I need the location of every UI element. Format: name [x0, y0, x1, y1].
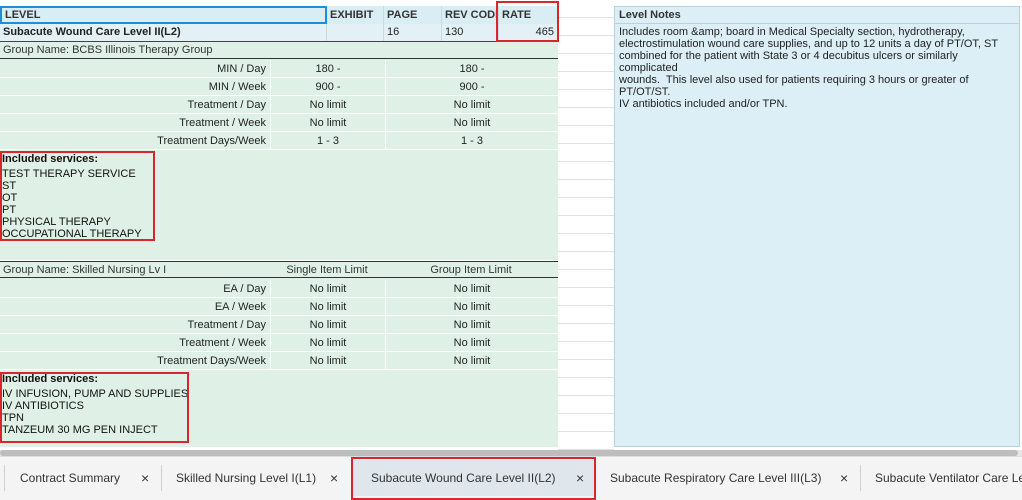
row-value-single: No limit: [270, 334, 385, 352]
header-exhibit[interactable]: EXHIBIT: [327, 6, 384, 24]
group-therapy-title: Group Name: BCBS Illinois Therapy Group: [0, 42, 558, 59]
rate-highlight-box: [496, 1, 559, 42]
header-level[interactable]: LEVEL: [0, 6, 327, 24]
row-value-group: 1 - 3: [385, 132, 558, 150]
group-nursing-name: Group Name: Skilled Nursing Lv I: [3, 264, 167, 276]
row-value-group: No limit: [385, 298, 558, 316]
col-single-item-limit: Single Item Limit: [286, 264, 368, 276]
level-notes-text[interactable]: Includes room &amp; board in Medical Spe…: [615, 24, 1019, 112]
row-value-group: 180 -: [385, 60, 558, 78]
row-value-group: No limit: [385, 316, 558, 334]
row-value-single: No limit: [270, 298, 385, 316]
level-page: 16: [384, 24, 442, 41]
tab-contract-summary[interactable]: Contract Summary ×: [6, 460, 160, 496]
header-rev-code[interactable]: REV CODE: [442, 6, 499, 24]
row-label: MIN / Week: [208, 81, 266, 93]
row-value-group: 900 -: [385, 78, 558, 96]
row-label: Treatment / Week: [179, 117, 266, 129]
table-row: Treatment / Week No limit No limit: [0, 114, 558, 132]
tab-label: Contract Summary: [20, 471, 121, 485]
group-nursing-title: Group Name: Skilled Nursing Lv I Single …: [0, 261, 558, 278]
tab-label: Subacute Respiratory Care Level III(L3): [610, 471, 822, 485]
row-label: EA / Week: [214, 301, 266, 313]
included-services-highlight-box: [0, 372, 189, 443]
row-label: Treatment Days/Week: [157, 355, 266, 367]
sheet-tabs-bar: Contract Summary × Skilled Nursing Level…: [0, 456, 1022, 500]
row-value-group: No limit: [385, 334, 558, 352]
tab-label: Skilled Nursing Level I(L1): [176, 471, 317, 485]
level-name: Subacute Wound Care Level II(L2): [0, 24, 327, 41]
active-tab-highlight-box: [351, 457, 596, 500]
col-group-item-limit: Group Item Limit: [430, 264, 512, 276]
row-value-single: No limit: [270, 280, 385, 298]
row-label: Treatment Days/Week: [157, 135, 266, 147]
table-row: Treatment / Week No limit No limit: [0, 334, 558, 352]
table-row: Treatment / Day No limit No limit: [0, 96, 558, 114]
row-value-single: 900 -: [270, 78, 385, 96]
tab-label: Subacute Ventilator Care Le: [875, 471, 1022, 485]
row-value-single: No limit: [270, 316, 385, 334]
level-notes-panel: Level Notes Includes room &amp; board in…: [614, 6, 1020, 447]
close-icon[interactable]: ×: [141, 460, 149, 496]
row-label: MIN / Day: [217, 63, 266, 75]
table-header: LEVEL EXHIBIT PAGE REV CODE RATE: [0, 6, 558, 25]
row-value-single: No limit: [270, 96, 385, 114]
table-row: Treatment / Day No limit No limit: [0, 316, 558, 334]
close-icon[interactable]: ×: [330, 460, 338, 496]
table-row: Treatment Days/Week 1 - 3 1 - 3: [0, 132, 558, 150]
level-row[interactable]: Subacute Wound Care Level II(L2) 16 130 …: [0, 24, 558, 42]
level-notes-header: Level Notes: [615, 7, 1019, 24]
table-row: MIN / Week 900 - 900 -: [0, 78, 558, 96]
row-label: Treatment / Day: [187, 319, 266, 331]
row-label: Treatment / Day: [187, 99, 266, 111]
row-label: Treatment / Week: [179, 337, 266, 349]
table-row: EA / Week No limit No limit: [0, 298, 558, 316]
row-value-group: No limit: [385, 352, 558, 370]
tab-skilled-nursing-l1[interactable]: Skilled Nursing Level I(L1) ×: [162, 460, 352, 496]
empty-grid-column: [558, 0, 614, 450]
tab-separator: [4, 465, 5, 491]
row-value-single: No limit: [270, 114, 385, 132]
row-value-single: 180 -: [270, 60, 385, 78]
table-row: Treatment Days/Week No limit No limit: [0, 352, 558, 370]
close-icon[interactable]: ×: [840, 460, 848, 496]
row-value-group: No limit: [385, 96, 558, 114]
row-value-single: No limit: [270, 352, 385, 370]
header-page[interactable]: PAGE: [384, 6, 442, 24]
tab-subacute-respiratory-l3[interactable]: Subacute Respiratory Care Level III(L3) …: [597, 460, 859, 496]
included-services-highlight-box: [0, 151, 155, 241]
table-row: MIN / Day 180 - 180 -: [0, 60, 558, 78]
row-value-group: No limit: [385, 280, 558, 298]
row-label: EA / Day: [223, 283, 266, 295]
table-row: EA / Day No limit No limit: [0, 280, 558, 298]
level-exhibit: [327, 24, 384, 41]
row-value-group: No limit: [385, 114, 558, 132]
tab-subacute-ventilator[interactable]: Subacute Ventilator Care Le: [861, 460, 1022, 496]
level-rev-code: 130: [442, 24, 499, 41]
row-value-single: 1 - 3: [270, 132, 385, 150]
